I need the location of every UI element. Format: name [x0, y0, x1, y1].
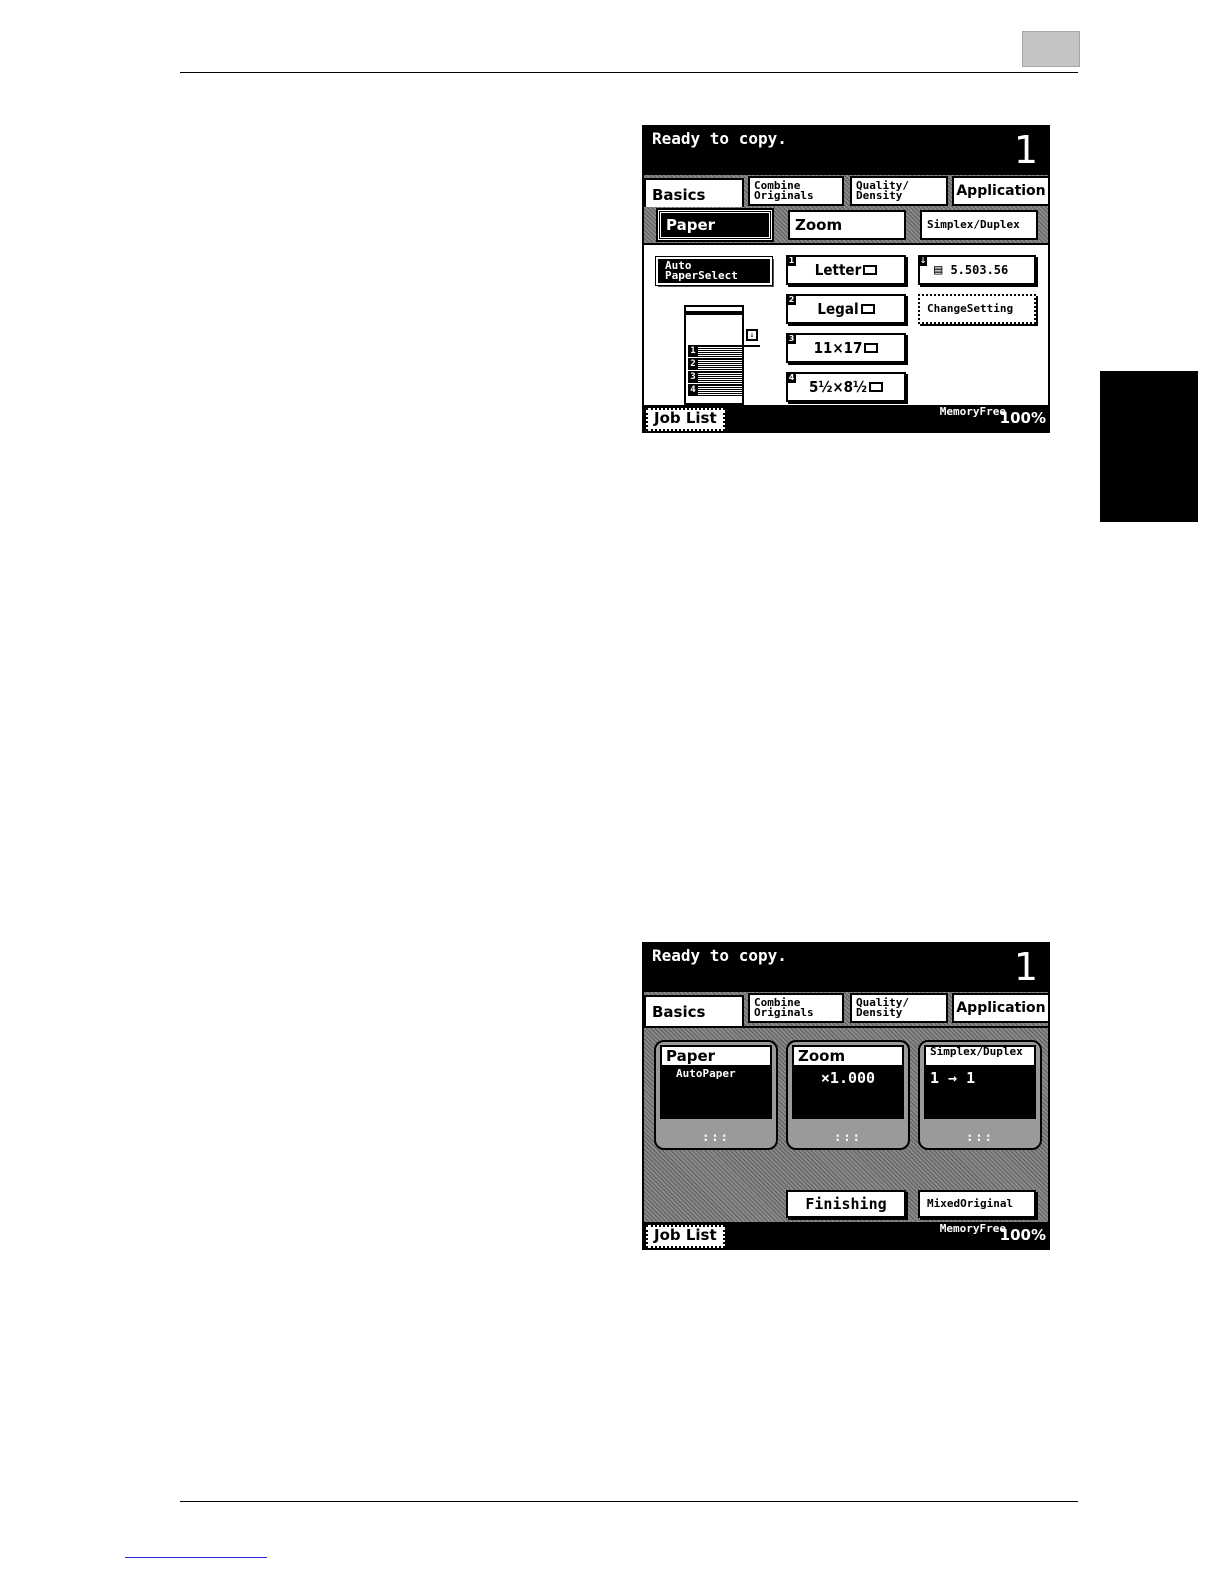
paper-orientation-icon — [860, 303, 875, 314]
chapter-thumb-tab — [1100, 371, 1198, 522]
bottom-bar: Job List MemoryFree 100% — [644, 405, 1048, 431]
tab-quality-density[interactable]: Quality/Density — [850, 993, 948, 1023]
copier-screen-basics: Ready to copy. 1 Basics Combine Originals… — [642, 942, 1050, 1250]
memory-free-label: MemoryFree — [939, 405, 1006, 418]
tab-application[interactable]: Application — [952, 176, 1048, 206]
subtab-zoom[interactable]: Zoom — [788, 210, 906, 240]
paper-orientation-icon — [864, 342, 879, 353]
memory-free-value: 100% — [999, 409, 1046, 427]
bypass-tray-icon: ↓ — [746, 329, 758, 341]
zoom-card[interactable]: Zoom ×1.000 ::: — [786, 1040, 910, 1150]
status-message: Ready to copy. — [652, 946, 787, 965]
paper-orientation-icon — [869, 381, 884, 392]
main-tabs: Basics Combine Originals Quality/Density … — [644, 992, 1048, 1026]
header-rule — [180, 72, 1078, 73]
finishing-button[interactable]: Finishing — [786, 1190, 906, 1218]
tab-basics[interactable]: Basics — [644, 178, 744, 209]
status-bar: Ready to copy. 1 — [644, 944, 1048, 992]
memory-free-value: 100% — [999, 1226, 1046, 1244]
more-indicator: ::: — [966, 1130, 994, 1144]
page-number-tab — [1022, 31, 1080, 67]
copier-screen-paper: Ready to copy. 1 Basics Combine Originals… — [642, 125, 1050, 433]
footer-link-underline — [125, 1557, 267, 1558]
zoom-card-title: Zoom — [792, 1045, 904, 1067]
tab-basics[interactable]: Basics — [644, 995, 744, 1026]
paper-orientation-icon — [863, 264, 878, 275]
tray4-statement-button[interactable]: 4 5½×8½ — [786, 372, 906, 402]
copier-tray-diagram: 1 2 3 4 ↓ — [682, 305, 760, 409]
tab-quality-density[interactable]: Quality/Density — [850, 176, 948, 206]
tray1-letter-button[interactable]: 1 Letter — [786, 255, 906, 285]
mixed-original-button[interactable]: MixedOriginal — [918, 1190, 1036, 1218]
subtab-simplex-duplex[interactable]: Simplex/Duplex — [920, 210, 1038, 240]
stack-icon: ▤ — [934, 262, 943, 278]
tab-application[interactable]: Application — [952, 993, 1048, 1023]
change-setting-button[interactable]: ChangeSetting — [918, 294, 1036, 324]
main-tabs: Basics Combine Originals Quality/Density … — [644, 175, 1048, 209]
basics-settings: Paper AutoPaper ::: Zoom ×1.000 ::: Simp… — [644, 1026, 1048, 1226]
zoom-card-value: ×1.000 — [792, 1067, 904, 1119]
memory-free-label: MemoryFree — [939, 1222, 1006, 1235]
copy-count: 1 — [1013, 945, 1038, 989]
copy-count: 1 — [1013, 128, 1038, 172]
tab-combine-originals[interactable]: Combine Originals — [748, 176, 844, 206]
tray3-11x17-button[interactable]: 3 11×17 — [786, 333, 906, 363]
footer-rule — [180, 1501, 1078, 1502]
paper-card[interactable]: Paper AutoPaper ::: — [654, 1040, 778, 1150]
bottom-bar: Job List MemoryFree 100% — [644, 1222, 1048, 1248]
status-bar: Ready to copy. 1 — [644, 127, 1048, 175]
more-indicator: ::: — [702, 1130, 730, 1144]
basics-subtabs: Paper Zoom Simplex/Duplex — [644, 207, 1048, 245]
tab-combine-originals[interactable]: Combine Originals — [748, 993, 844, 1023]
job-list-button[interactable]: Job List — [646, 408, 725, 431]
paper-card-title: Paper — [660, 1045, 772, 1067]
simplex-duplex-card-title: Simplex/Duplex — [924, 1045, 1036, 1067]
simplex-duplex-card[interactable]: Simplex/Duplex 1 → 1 ::: — [918, 1040, 1042, 1150]
job-list-button[interactable]: Job List — [646, 1225, 725, 1248]
paper-settings: Auto PaperSelect 1 2 3 4 ↓ 1 Letter 2 Le… — [644, 245, 1048, 407]
auto-paper-select-button[interactable]: Auto PaperSelect — [655, 256, 773, 286]
bypass-tray-button[interactable]: ↓ ▤ 5.503.56 — [918, 255, 1036, 285]
more-indicator: ::: — [834, 1130, 862, 1144]
paper-card-value: AutoPaper — [660, 1067, 772, 1119]
simplex-duplex-card-value: 1 → 1 — [924, 1067, 1036, 1119]
subtab-paper[interactable]: Paper — [656, 208, 774, 242]
status-message: Ready to copy. — [652, 129, 787, 148]
tray2-legal-button[interactable]: 2 Legal — [786, 294, 906, 324]
